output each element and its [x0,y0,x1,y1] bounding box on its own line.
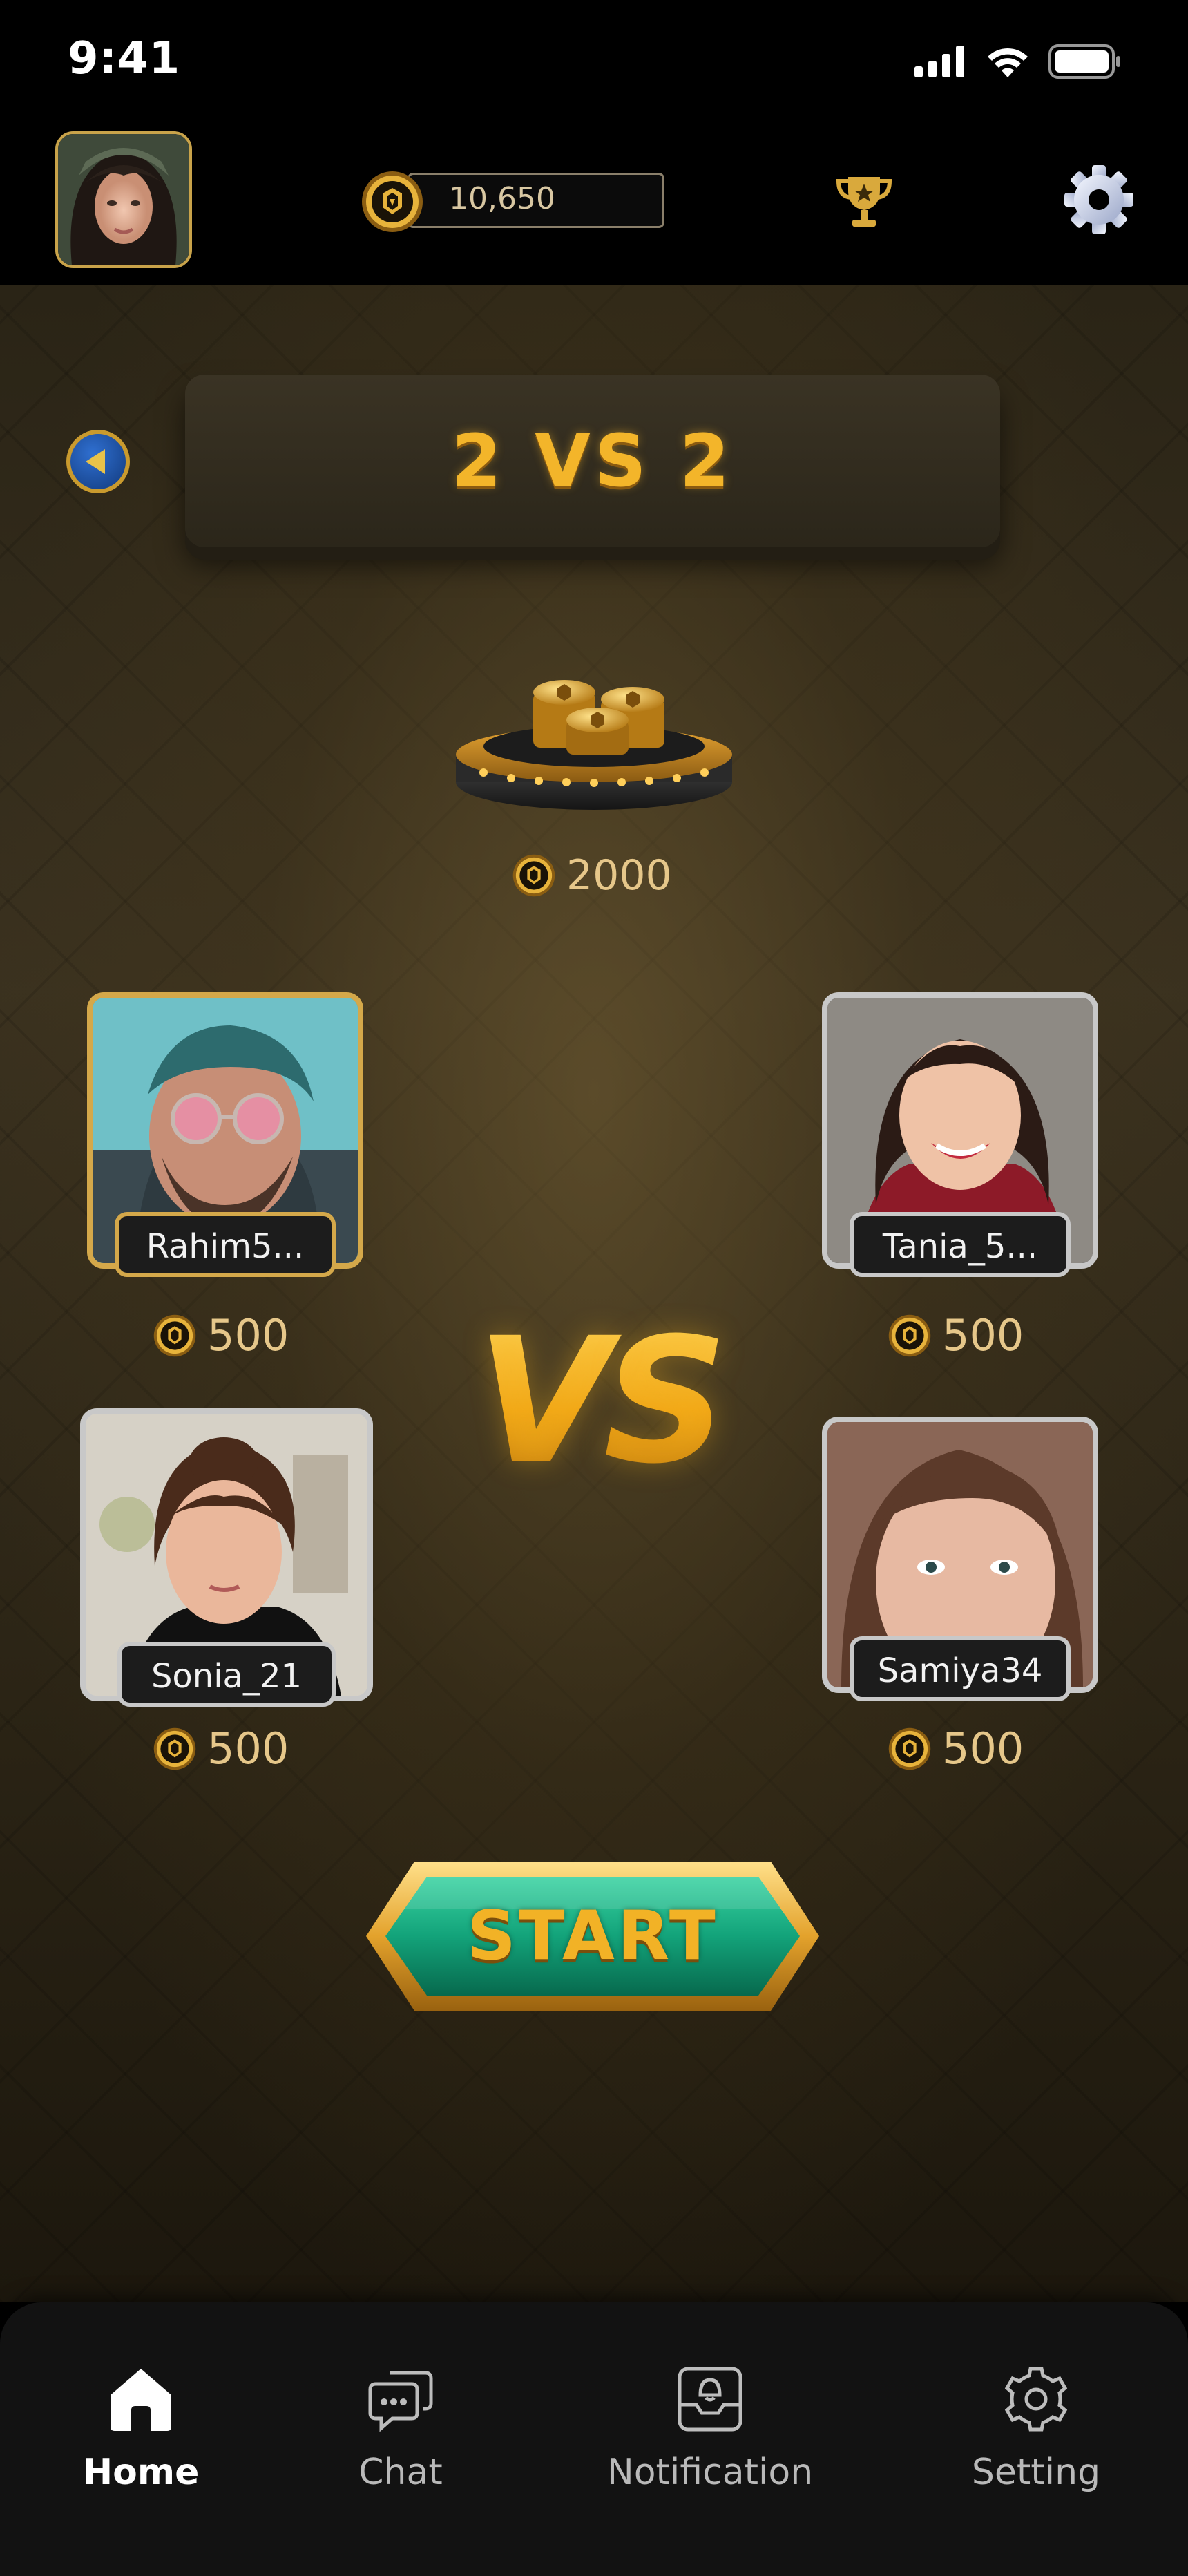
pot-amount: 2000 [511,851,672,900]
status-bar: 9:41 [0,0,1188,131]
notification-icon [678,2367,742,2432]
signal-icon [914,46,964,77]
coin-balance-value: 10,650 [449,181,555,216]
system-indicators [914,44,1122,79]
coin-icon [362,171,423,232]
player-2-bet-value: 500 [942,1310,1024,1361]
back-button[interactable] [66,430,130,493]
setting-icon [1004,2367,1068,2432]
coin-icon [888,1314,931,1356]
player-2-name: Tania_5... [882,1227,1038,1266]
status-time: 9:41 [68,33,181,84]
coin-balance: 10,650 [359,171,666,232]
match-lobby: 2 VS 2 2000 Rahim5... 500 Tania_5... 500… [0,285,1188,2302]
coin-icon [888,1727,931,1770]
coin-icon [512,854,555,897]
mode-title: 2 VS 2 [451,419,734,503]
player-3-namebar: Sonia_21 [117,1642,336,1707]
pot-amount-value: 2000 [566,851,672,900]
game-screen: 9:41 10,650 2 VS 2 2000 Rahim5... 500 Ta… [0,0,1188,2576]
player-4-bet: 500 [887,1723,1024,1774]
player-card-3[interactable]: Sonia_21 500 [80,1408,373,1809]
player-1-namebar: Rahim5... [115,1212,336,1277]
nav-setting[interactable]: Setting [932,2363,1140,2493]
player-4-namebar: Samiya34 [850,1636,1071,1701]
nav-setting-label: Setting [971,2452,1101,2493]
coin-pot-icon [456,680,732,810]
chat-icon [368,2371,433,2432]
player-1-name: Rahim5... [146,1227,305,1266]
wifi-icon [988,48,1028,77]
coin-icon [153,1727,196,1770]
nav-chat-label: Chat [358,2452,443,2493]
player-3-bet-value: 500 [207,1723,289,1774]
player-2-bet: 500 [887,1310,1024,1361]
vs-label: VS [477,1300,728,1502]
player-2-namebar: Tania_5... [850,1212,1071,1277]
player-1-bet: 500 [152,1310,289,1361]
player-4-bet-value: 500 [942,1723,1024,1774]
start-button[interactable]: START [359,1853,826,2019]
player-3-bet: 500 [152,1723,289,1774]
battery-icon [1048,44,1120,79]
settings-gear-icon[interactable] [1061,162,1137,238]
user-avatar[interactable] [55,131,192,268]
trophy-icon[interactable] [833,170,895,232]
player-3-name: Sonia_21 [151,1657,303,1696]
player-card-2[interactable]: Tania_5... 500 [822,992,1098,1379]
coin-icon [153,1314,196,1356]
nav-chat[interactable]: Chat [297,2363,504,2493]
nav-home-label: Home [82,2452,200,2493]
user-avatar-image [58,134,189,265]
player-card-1[interactable]: Rahim5... 500 [87,992,363,1379]
nav-notification-label: Notification [606,2452,814,2493]
player-4-name: Samiya34 [877,1651,1043,1690]
mode-panel: 2 VS 2 [185,375,1000,547]
start-label: START [467,1897,718,1976]
player-card-4[interactable]: Samiya34 500 [822,1417,1098,1809]
nav-notification[interactable]: Notification [606,2363,814,2493]
top-bar: 10,650 [0,131,1188,285]
bottom-navigation: Home Chat Notification Setting [0,2302,1188,2576]
player-1-bet-value: 500 [207,1310,289,1361]
nav-home[interactable]: Home [37,2363,245,2493]
home-icon [111,2369,171,2431]
